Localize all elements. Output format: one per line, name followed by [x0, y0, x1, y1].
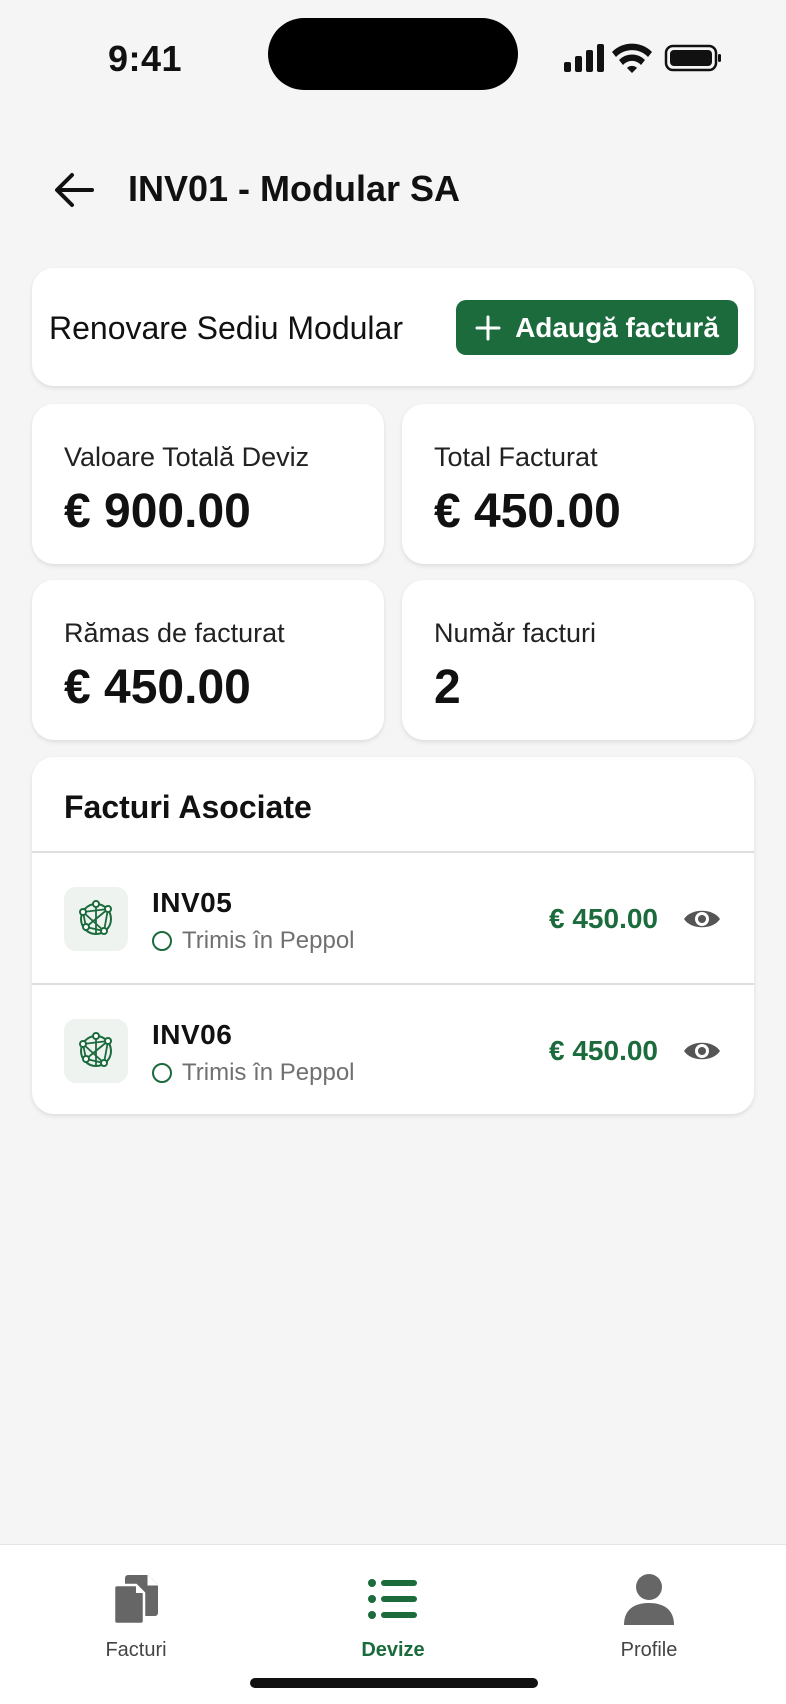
status-circle-icon — [152, 1063, 172, 1083]
tab-facturi[interactable]: Facturi — [36, 1569, 236, 1665]
view-invoice-button[interactable] — [680, 897, 724, 941]
invoice-status-text: Trimis în Peppol — [182, 1059, 355, 1086]
stat-card-invoice-count: Număr facturi 2 — [402, 580, 754, 740]
invoice-number: INV05 — [152, 887, 233, 918]
view-invoice-button[interactable] — [680, 1029, 724, 1073]
stat-value: € 900.00 — [64, 485, 251, 538]
project-name: Renovare Sediu Modular — [49, 310, 403, 346]
phone-screen: 9:41 INV01 - Modular SA Renovare Sediu M… — [0, 0, 786, 1704]
stat-value: 2 — [434, 661, 461, 714]
stat-label: Valoare Totală Deviz — [64, 442, 310, 472]
stat-value: € 450.00 — [64, 661, 251, 714]
arrow-left-icon — [55, 173, 94, 207]
dynamic-island — [268, 18, 518, 90]
add-invoice-label: Adaugă factură — [515, 311, 719, 343]
tab-label: Facturi — [105, 1639, 167, 1661]
cellular-signal-icon — [564, 44, 604, 72]
project-card: Renovare Sediu Modular Adaugă factură — [32, 268, 754, 386]
wifi-icon — [612, 43, 652, 73]
stat-value: € 450.00 — [434, 485, 621, 538]
invoice-amount: € 450.00 — [549, 903, 658, 934]
status-circle-icon — [152, 931, 172, 951]
stat-label: Număr facturi — [434, 618, 597, 648]
stat-card-total-invoiced: Total Facturat € 450.00 — [402, 404, 754, 564]
back-button[interactable] — [44, 164, 104, 216]
eye-icon — [684, 1042, 720, 1060]
tab-profile[interactable]: Profile — [549, 1569, 749, 1665]
peppol-network-icon — [64, 1019, 128, 1083]
documents-icon — [106, 1569, 166, 1629]
associated-invoices-card: Facturi Asociate INV05 Trimis în Peppol — [32, 757, 754, 1114]
invoice-number: INV06 — [152, 1019, 233, 1050]
list-icon — [363, 1569, 423, 1629]
stat-card-total-estimate: Valoare Totală Deviz € 900.00 — [32, 404, 384, 564]
battery-icon — [664, 44, 721, 72]
status-icons — [562, 42, 722, 74]
home-indicator — [250, 1678, 538, 1688]
invoice-amount: € 450.00 — [549, 1035, 658, 1066]
add-invoice-button[interactable]: Adaugă factură — [456, 300, 738, 355]
stat-label: Rămas de facturat — [64, 618, 285, 648]
tab-label: Profile — [620, 1639, 678, 1661]
status-bar: 9:41 — [0, 0, 786, 110]
page-title: INV01 - Modular SA — [128, 168, 461, 209]
stat-card-remaining: Rămas de facturat € 450.00 — [32, 580, 384, 740]
status-time: 9:41 — [108, 38, 183, 79]
invoice-status: Trimis în Peppol — [152, 1059, 355, 1087]
tab-devize[interactable]: Devize — [293, 1569, 493, 1665]
stat-label: Total Facturat — [434, 442, 598, 472]
invoice-status-text: Trimis în Peppol — [182, 927, 355, 954]
invoice-row[interactable]: INV06 Trimis în Peppol € 450.00 — [32, 985, 754, 1115]
peppol-network-icon — [64, 887, 128, 951]
plus-icon — [475, 315, 501, 340]
invoices-section-title: Facturi Asociate — [64, 789, 312, 825]
tab-label: Devize — [361, 1639, 425, 1661]
person-icon — [619, 1569, 679, 1629]
header: INV01 - Modular SA — [0, 150, 786, 230]
invoice-status: Trimis în Peppol — [152, 927, 355, 955]
invoice-row[interactable]: INV05 Trimis în Peppol € 450.00 — [32, 853, 754, 983]
eye-icon — [684, 910, 720, 928]
